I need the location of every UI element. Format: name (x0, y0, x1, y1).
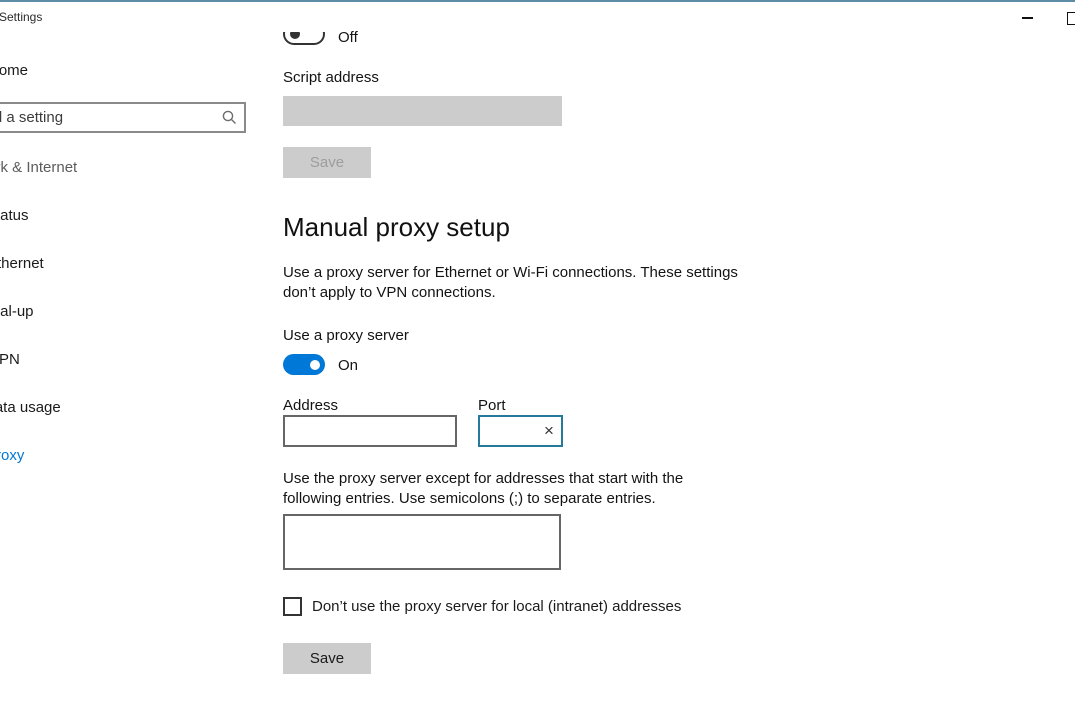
address-label: Address (283, 397, 338, 414)
toggle-knob (290, 32, 300, 39)
sidebar-item-vpn[interactable]: VPN (0, 351, 20, 368)
window-title: Settings (0, 10, 42, 24)
port-input[interactable] (480, 417, 537, 445)
maximize-button[interactable] (1058, 6, 1075, 30)
sidebar-item-dialup[interactable]: Dial-up (0, 303, 34, 320)
port-label: Port (478, 397, 506, 414)
sidebar-item-proxy[interactable]: Proxy (0, 447, 24, 464)
manual-proxy-heading: Manual proxy setup (283, 212, 510, 243)
setup-script-toggle-state: Off (338, 29, 358, 46)
search-icon[interactable] (214, 104, 244, 131)
sidebar-item-home[interactable]: Home (0, 62, 28, 79)
minimize-icon (1022, 17, 1033, 19)
script-address-label: Script address (283, 69, 379, 86)
proxy-exceptions-input[interactable] (283, 514, 561, 570)
manual-save-button[interactable]: Save (283, 643, 371, 674)
script-address-input[interactable] (283, 96, 562, 126)
toggle-knob (310, 360, 320, 370)
port-field: × (478, 415, 563, 447)
search-input[interactable] (0, 104, 214, 131)
maximize-icon (1067, 12, 1075, 25)
clear-icon[interactable]: × (537, 417, 561, 445)
use-proxy-server-toggle-state: On (338, 357, 358, 374)
sidebar-item-ethernet[interactable]: Ethernet (0, 255, 44, 272)
script-save-button[interactable]: Save (283, 147, 371, 178)
local-addresses-checkbox-label: Don’t use the proxy server for local (in… (312, 598, 681, 615)
auto-detect-toggle-clip (283, 32, 327, 48)
proxy-exceptions-description: Use the proxy server except for addresse… (283, 469, 703, 509)
address-input[interactable] (283, 415, 457, 447)
use-proxy-server-toggle[interactable] (283, 354, 325, 375)
minimize-button[interactable] (1012, 6, 1042, 30)
manual-proxy-description: Use a proxy server for Ethernet or Wi-Fi… (283, 263, 745, 303)
search-box (0, 102, 246, 133)
sidebar-item-status[interactable]: Status (0, 207, 29, 224)
use-proxy-server-label: Use a proxy server (283, 327, 409, 344)
local-addresses-checkbox[interactable] (283, 597, 302, 616)
sidebar-item-data-usage[interactable]: Data usage (0, 399, 61, 416)
settings-window: { "window": { "title": "Settings" }, "si… (0, 0, 1075, 725)
setup-script-toggle[interactable] (283, 32, 325, 45)
sidebar-section-network-internet: Network & Internet (0, 159, 77, 176)
